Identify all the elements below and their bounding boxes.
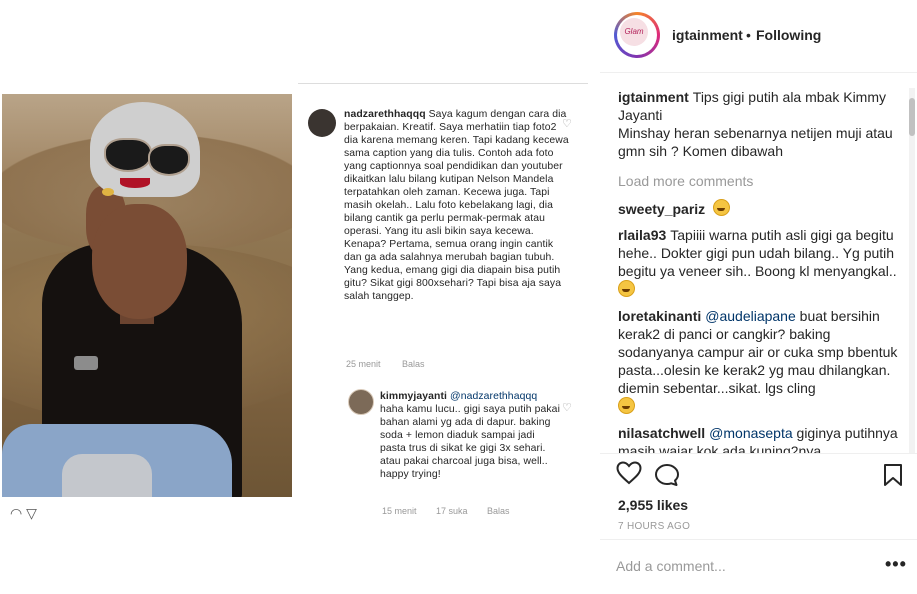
caption-username[interactable]: igtainment (618, 89, 689, 105)
screenshot-icons: ◠ ▽ (10, 505, 37, 521)
list-item: rlaila93 Tapiiii warna putih asli gigi ga… (618, 226, 903, 299)
screenshot-reply: Balas (487, 506, 510, 516)
screenshot-comment: nadzarethhaqqq Saya kagum dengan cara di… (344, 108, 572, 303)
screenshot-time: 15 menit (382, 506, 417, 516)
header-username[interactable]: igtainment (672, 27, 743, 43)
comment-screenshot: nadzarethhaqqq Saya kagum dengan cara di… (298, 75, 588, 525)
caption: igtainment Tips gigi putih ala mbak Kimmy… (618, 88, 903, 160)
caption-text-2: Minshay heran sebenarnya netijen muji at… (618, 125, 893, 159)
post-timestamp: 7 HOURS AGO (618, 521, 691, 532)
comment-username[interactable]: rlaila93 (618, 227, 666, 243)
screenshot-username: nadzarethhaqqq (344, 109, 426, 120)
heart-icon: ♡ (562, 118, 572, 130)
screenshot-mention: @nadzarethhaqqq (450, 391, 538, 402)
comment-input[interactable] (616, 558, 866, 574)
laughing-emoji-icon (713, 199, 731, 216)
screenshot-reply: Balas (402, 359, 425, 369)
comment-username[interactable]: loretakinanti (618, 308, 701, 324)
screenshot-avatar (348, 389, 374, 415)
comment-username[interactable]: nilasatchwell (618, 425, 705, 441)
screenshot-reply-comment: kimmyjayanti @nadzarethhaqqq haha kamu l… (380, 390, 560, 481)
likes-count[interactable]: 2,955 likes (618, 497, 688, 513)
header-separator: • (746, 27, 751, 43)
list-item: loretakinanti @audeliapane buat bersihin … (618, 307, 903, 416)
comment-username[interactable]: sweety_pariz (618, 201, 705, 217)
comments-scrollbar[interactable] (909, 88, 915, 453)
post-side-panel: Glam igtainment • Following igtainment Ti… (600, 0, 917, 592)
post-image: nadzarethhaqqq Saya kagum dengan cara di… (0, 0, 600, 592)
avatar[interactable]: Glam (614, 12, 660, 58)
post-actions: 2,955 likes 7 HOURS AGO ••• (600, 453, 917, 593)
post-photo (2, 94, 292, 497)
screenshot-comment-text: haha kamu lucu.. gigi saya putih pakai b… (380, 404, 560, 480)
screenshot-avatar (308, 109, 336, 137)
bookmark-icon[interactable] (883, 463, 903, 494)
list-item: sweety_pariz (618, 199, 903, 218)
sweat-smile-emoji-icon (618, 280, 635, 297)
add-comment-bar: ••• (600, 539, 917, 594)
heart-icon[interactable] (616, 461, 642, 492)
comment-icon[interactable] (654, 463, 680, 494)
comments-list: igtainment Tips gigi putih ala mbak Kimmy… (618, 88, 903, 453)
more-options-icon[interactable]: ••• (885, 554, 907, 575)
list-item: nilasatchwell @monasepta giginya putihnya… (618, 424, 903, 453)
screenshot-time: 25 menit (346, 359, 381, 369)
screenshot-comment-text: Saya kagum dengan cara dia berpakaian. K… (344, 109, 569, 302)
following-button[interactable]: Following (756, 27, 821, 43)
avatar-logo: Glam (620, 18, 648, 46)
comment-mention[interactable]: @monasepta (709, 425, 792, 441)
post-header: Glam igtainment • Following (600, 0, 917, 73)
laughing-emoji-icon (618, 397, 635, 414)
screenshot-username: kimmyjayanti (380, 391, 448, 402)
comment-mention[interactable]: @audeliapane (705, 308, 796, 324)
screenshot-likes: 17 suka (436, 506, 468, 516)
load-more-comments[interactable]: Load more comments (618, 172, 903, 190)
scrollbar-thumb[interactable] (909, 98, 915, 136)
heart-icon: ♡ (562, 402, 572, 414)
